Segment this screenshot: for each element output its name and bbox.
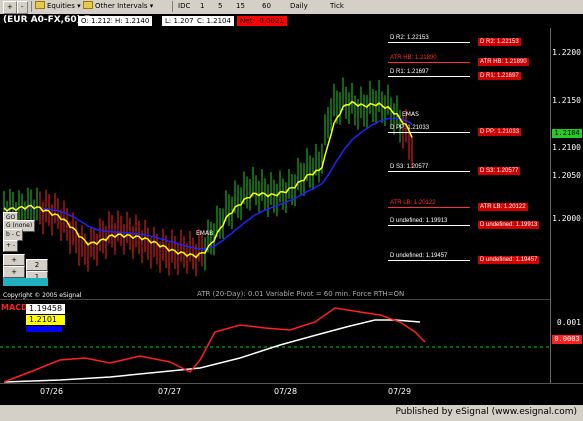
close-value: C: 1.2104 — [194, 16, 234, 26]
pivot-label: ATR HB: 1.21890 — [390, 55, 437, 61]
step-value-2[interactable]: 2 — [26, 259, 48, 271]
interval-15-button[interactable]: 15 — [236, 1, 245, 12]
macd-signal-line — [3, 319, 421, 383]
macd-pane[interactable]: MACD 1.19458 1.2101 — [0, 300, 550, 383]
price-axis[interactable]: 1.2200 1.2150 1.2100 1.2104 1.2050 1.200… — [550, 28, 583, 383]
equities-menu[interactable]: Equities ▾ — [35, 1, 81, 12]
pivot-line — [388, 62, 470, 63]
time-axis[interactable]: 07/26 07/27 07/28 07/29 — [0, 383, 583, 406]
pivot-value-box: ATR LB: 1.20122 — [478, 203, 528, 211]
zoom-out-button[interactable]: - — [17, 1, 28, 14]
equities-label: Equities — [47, 2, 75, 10]
macd-current-tag: 0.0003 — [552, 335, 582, 344]
other-intervals-menu[interactable]: Other Intervals ▾ — [83, 1, 153, 12]
macd-histogram-swatch — [26, 326, 62, 332]
net-change-value: Net: -0.0021 — [237, 16, 287, 26]
pivot-value-box: D undefined: 1.19457 — [478, 256, 540, 264]
interval-1-button[interactable]: 1 — [200, 1, 204, 12]
pivot-label: D undefined: 1.19457 — [390, 253, 448, 259]
macd-signal-value: 1.2101 — [26, 315, 65, 325]
pivot-value-box: D undefined: 1.19913 — [478, 221, 540, 229]
macd-line — [3, 307, 426, 383]
pivot-value-box: D PP: 1.21033 — [478, 128, 522, 136]
pivot-line — [388, 207, 470, 208]
interval-5-button[interactable]: 5 — [218, 1, 222, 12]
pivot-label: D undefined: 1.19913 — [390, 218, 448, 224]
price-chart-canvas — [3, 77, 413, 277]
price-axis-label: 1.2050 — [552, 171, 581, 180]
atr-study-text: ATR (20-Day): 0.01 Variable Pivot = 60 m… — [197, 290, 405, 298]
pivot-value-box: D R1: 1.21697 — [478, 72, 521, 80]
high-value: H: 1.2140 — [112, 16, 153, 26]
current-price-tag: 1.2104 — [552, 129, 582, 138]
pivot-line — [388, 260, 470, 261]
price-chart-pane[interactable]: D R2: 1.22153 D R2: 1.22153 ATR HB: 1.2189… — [0, 28, 550, 300]
other-intervals-label: Other Intervals — [95, 2, 148, 10]
plus-minus-control[interactable]: + - — [3, 240, 19, 252]
macd-canvas — [0, 307, 550, 383]
pivot-line — [388, 76, 470, 77]
price-axis-label: 1.2100 — [552, 143, 581, 152]
pivot-line — [388, 42, 470, 43]
toolbar-separator — [172, 1, 173, 12]
price-axis-label: 1.2200 — [552, 48, 581, 57]
pivot-label: ATR LB: 1.20122 — [390, 200, 436, 206]
pivot-label: D S3: 1.20577 — [390, 164, 429, 170]
interval-daily-button[interactable]: Daily — [290, 1, 308, 12]
step-down-button[interactable]: + — [3, 266, 25, 278]
pivot-value-box: D R2: 1.22153 — [478, 38, 521, 46]
published-by-text: Published by eSignal (www.esignal.com) — [395, 407, 577, 417]
toolbar-separator — [31, 1, 32, 12]
ema-fast-label: EMAS — [402, 111, 419, 118]
pivot-label: D PP: 1.21033 — [390, 125, 430, 131]
copyright-text: Copyright © 2005 eSignal — [3, 292, 82, 299]
date-label: 07/28 — [274, 387, 298, 396]
interval-tick-button[interactable]: Tick — [330, 1, 344, 12]
folder-icon — [83, 1, 93, 9]
interval-idc-button[interactable]: IDC — [178, 1, 190, 12]
price-axis-label: 1.2150 — [552, 96, 581, 105]
pivot-value-box: ATR HB: 1.21890 — [478, 58, 529, 66]
ema-slow-label: EMAB — [196, 230, 214, 237]
pivot-line — [388, 225, 470, 226]
step-up-button[interactable]: + — [3, 254, 25, 266]
pivot-label: D R1: 1.21697 — [390, 69, 429, 75]
chart-header: (EUR A0-FX,60) 7 O: 1.2125 H: 1.2140 L: … — [0, 14, 583, 28]
date-label: 07/29 — [388, 387, 412, 396]
zoom-in-button[interactable]: + — [3, 1, 17, 14]
macd-title: MACD — [1, 303, 28, 312]
date-label: 07/26 — [40, 387, 64, 396]
price-axis-label: 1.2000 — [552, 214, 581, 223]
pivot-label: D R2: 1.22153 — [390, 35, 429, 41]
pivot-line — [388, 132, 470, 133]
pivot-line — [388, 171, 470, 172]
color-swatch[interactable] — [3, 278, 48, 286]
folder-icon — [35, 1, 45, 9]
macd-value: 1.19458 — [26, 304, 65, 314]
interval-60-button[interactable]: 60 — [262, 1, 271, 12]
macd-axis-label: 0.001 — [556, 318, 581, 327]
footer: Published by eSignal (www.esignal.com) — [0, 405, 583, 421]
toolbar: + - Equities ▾ Other Intervals ▾ IDC 1 5… — [0, 0, 583, 15]
date-label: 07/27 — [158, 387, 182, 396]
pivot-value-box: D S3: 1.20577 — [478, 167, 521, 175]
